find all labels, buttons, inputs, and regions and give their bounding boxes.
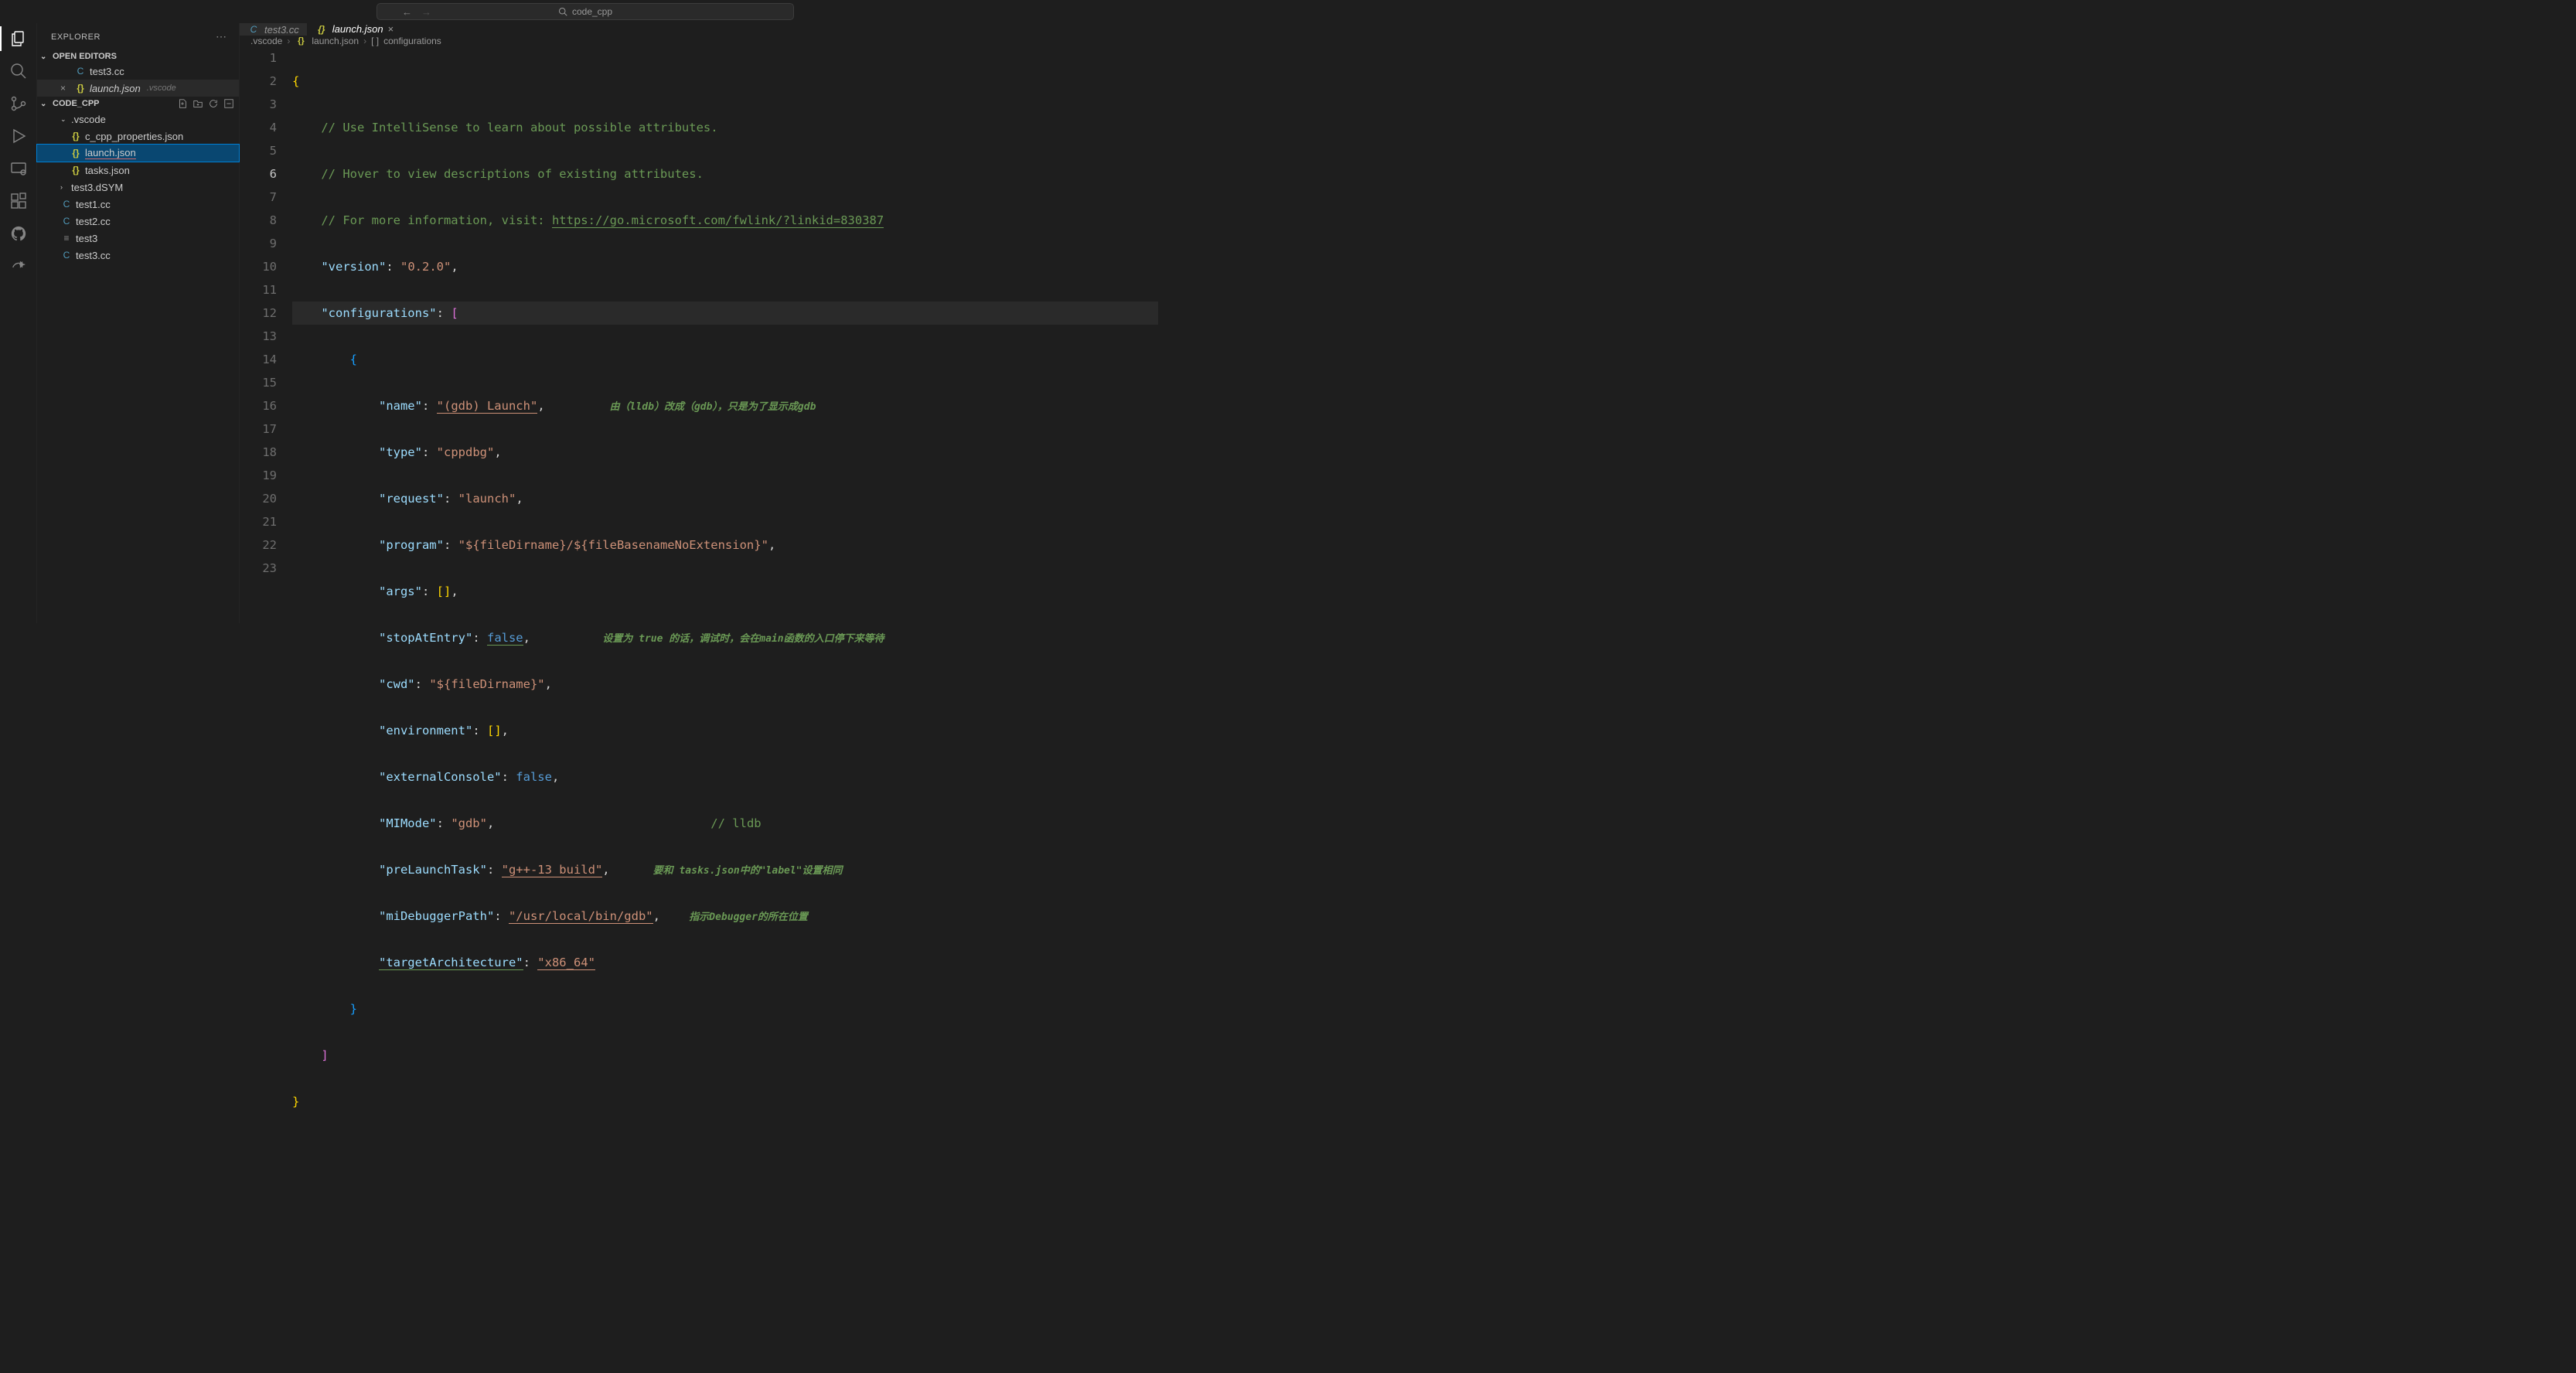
new-file-icon[interactable]	[177, 98, 188, 109]
chevron-down-icon: ⌄	[40, 53, 49, 61]
titlebar: ← → code_cpp	[0, 0, 1170, 23]
json-file-icon: {}	[295, 36, 307, 46]
cpp-file-icon: C	[74, 66, 87, 77]
array-icon: [ ]	[371, 36, 379, 46]
file-label: test3	[76, 233, 97, 244]
file-label: c_cpp_properties.json	[85, 131, 183, 142]
file-label: launch.json	[85, 147, 136, 159]
breadcrumb-seg[interactable]: .vscode	[250, 36, 282, 46]
json-file-icon: {}	[315, 24, 328, 35]
extensions-icon[interactable]	[9, 192, 28, 210]
open-editor-name: launch.json	[90, 83, 141, 94]
close-tab-icon[interactable]: ×	[388, 23, 394, 35]
file-item-launch[interactable]: {} launch.json	[37, 145, 239, 162]
share-icon[interactable]	[9, 257, 28, 275]
file-item[interactable]: {} c_cpp_properties.json	[37, 128, 239, 145]
tab-bar: C test3.cc {} launch.json ×	[240, 23, 1170, 36]
nav-back-icon[interactable]: ←	[402, 6, 412, 18]
explorer-more-icon[interactable]: ⋯	[216, 30, 228, 43]
cpp-file-icon: C	[60, 250, 73, 261]
file-item[interactable]: C test1.cc	[37, 196, 239, 213]
open-editor-path: .vscode	[147, 83, 176, 93]
chevron-down-icon: ⌄	[40, 100, 49, 108]
search-icon	[558, 7, 567, 16]
project-label: CODE_CPP	[53, 99, 100, 108]
remote-icon[interactable]	[9, 159, 28, 178]
command-center-label: code_cpp	[572, 6, 612, 17]
cpp-file-icon: C	[60, 199, 73, 210]
json-file-icon: {}	[70, 148, 82, 158]
chevron-right-icon: ›	[60, 183, 68, 191]
explorer-sidebar: EXPLORER ⋯ ⌄ OPEN EDITORS C test3.cc × {…	[37, 23, 240, 623]
explorer-title: EXPLORER	[51, 32, 101, 42]
refresh-icon[interactable]	[208, 98, 219, 109]
code-content[interactable]: { // Use IntelliSense to learn about pos…	[292, 46, 1170, 1160]
open-editor-item[interactable]: C test3.cc	[37, 63, 239, 80]
folder-label: .vscode	[71, 114, 106, 125]
folder-dsym[interactable]: › test3.dSYM	[37, 179, 239, 196]
open-editors-header[interactable]: ⌄ OPEN EDITORS	[37, 50, 239, 63]
breadcrumb-seg[interactable]: launch.json	[312, 36, 359, 46]
activity-bar	[0, 23, 37, 623]
search-activity-icon[interactable]	[9, 62, 28, 80]
explorer-icon[interactable]	[9, 29, 28, 48]
file-item[interactable]: C test3.cc	[37, 247, 239, 264]
line-gutter: 1234567891011121314151617181920212223	[240, 46, 292, 1160]
editor-area: C test3.cc {} launch.json × .vscode › {}…	[240, 23, 1170, 623]
cpp-file-icon: C	[60, 216, 73, 227]
json-file-icon: {}	[74, 83, 87, 94]
tab-test3[interactable]: C test3.cc	[240, 23, 308, 36]
file-item[interactable]: {} tasks.json	[37, 162, 239, 179]
file-label: test3.cc	[76, 250, 111, 261]
close-icon[interactable]: ×	[60, 83, 71, 94]
open-editors-label: OPEN EDITORS	[53, 52, 117, 61]
github-icon[interactable]	[9, 224, 28, 243]
cpp-file-icon: C	[247, 24, 260, 35]
open-editor-item[interactable]: × {} launch.json .vscode	[37, 80, 239, 97]
open-editor-name: test3.cc	[90, 66, 124, 77]
file-item[interactable]: C test2.cc	[37, 213, 239, 230]
tab-launch[interactable]: {} launch.json ×	[308, 23, 402, 36]
binary-file-icon: ≡	[60, 233, 73, 244]
file-item[interactable]: ≡ test3	[37, 230, 239, 247]
tab-label: launch.json	[332, 23, 383, 35]
minimap[interactable]	[1158, 67, 1170, 623]
file-label: test2.cc	[76, 216, 111, 227]
breadcrumb[interactable]: .vscode › {} launch.json › [ ] configura…	[240, 36, 1170, 46]
run-debug-icon[interactable]	[9, 127, 28, 145]
source-control-icon[interactable]	[9, 94, 28, 113]
tab-label: test3.cc	[264, 24, 299, 36]
project-header[interactable]: ⌄ CODE_CPP	[37, 97, 239, 111]
breadcrumb-seg[interactable]: configurations	[383, 36, 441, 46]
file-label: tasks.json	[85, 165, 130, 176]
file-label: test1.cc	[76, 199, 111, 210]
code-editor[interactable]: 1234567891011121314151617181920212223 { …	[240, 46, 1170, 1160]
chevron-right-icon: ›	[287, 36, 290, 46]
folder-label: test3.dSYM	[71, 182, 123, 193]
nav-forward-icon[interactable]: →	[421, 6, 431, 18]
collapse-icon[interactable]	[223, 98, 234, 109]
json-file-icon: {}	[70, 165, 82, 175]
chevron-down-icon: ⌄	[60, 115, 68, 124]
folder-vscode[interactable]: ⌄ .vscode	[37, 111, 239, 128]
new-folder-icon[interactable]	[193, 98, 203, 109]
json-file-icon: {}	[70, 131, 82, 141]
chevron-right-icon: ›	[363, 36, 366, 46]
command-center[interactable]: code_cpp	[377, 3, 794, 20]
